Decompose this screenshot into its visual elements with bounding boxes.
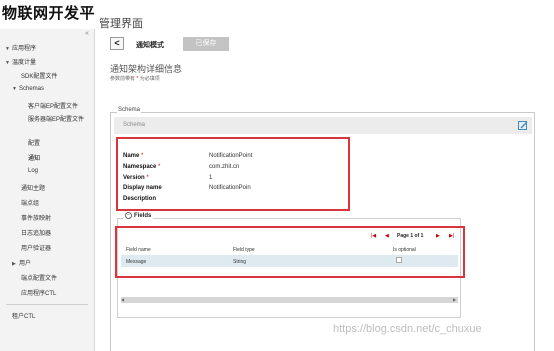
first-page-icon[interactable]: |◀ bbox=[371, 233, 376, 239]
schema-header-bar bbox=[114, 117, 532, 134]
sidebar-item-server-ep-profile[interactable]: 服务器端EP配置文件 bbox=[28, 114, 84, 123]
next-page-icon[interactable]: ▶ bbox=[436, 233, 440, 239]
required-note: 参数前带有 * 为必填项 bbox=[110, 76, 160, 82]
chevron-down-icon: ▼ bbox=[12, 86, 17, 92]
last-page-icon[interactable]: ▶| bbox=[449, 233, 454, 239]
sidebar-item-notification[interactable]: 通知 bbox=[28, 153, 40, 162]
scroll-left-icon[interactable]: ◀ bbox=[121, 297, 124, 302]
name-value: NotificationPoint bbox=[209, 153, 253, 159]
table-row[interactable] bbox=[121, 255, 458, 267]
namespace-label: Namespace * bbox=[123, 164, 161, 170]
back-button[interactable]: < bbox=[110, 37, 124, 50]
save-button[interactable]: 已保存 bbox=[183, 37, 229, 51]
required-mark: * bbox=[136, 76, 139, 82]
section-title: 通知架构详细信息 bbox=[110, 64, 183, 74]
version-label: Version * bbox=[123, 175, 149, 181]
is-optional-checkbox[interactable] bbox=[396, 257, 402, 263]
column-header-field-name[interactable]: Field name bbox=[126, 247, 151, 253]
chevron-down-icon: ▼ bbox=[5, 46, 10, 52]
sidebar-divider bbox=[6, 304, 88, 305]
sidebar-item-client-ep-profile[interactable]: 客户端EP配置文件 bbox=[28, 101, 78, 110]
column-header-is-optional[interactable]: Is optional bbox=[393, 247, 416, 253]
sidebar-item-configuration[interactable]: 配置 bbox=[28, 138, 40, 147]
schema-bar-label: Schema bbox=[123, 122, 146, 128]
sidebar-item-log[interactable]: Log bbox=[28, 168, 38, 174]
sidebar-item-schemas[interactable]: ▼ Schemas bbox=[12, 86, 44, 92]
sidebar-item-endpoint-groups[interactable]: 端点组 bbox=[21, 198, 39, 207]
sidebar-item-log-appenders[interactable]: 日志追加器 bbox=[21, 228, 51, 237]
namespace-value: com.zhit.cn bbox=[209, 164, 240, 170]
brand-title: 物联网开发平 bbox=[2, 5, 96, 22]
column-header-field-type[interactable]: Field type bbox=[233, 247, 255, 253]
chevron-down-icon: ▼ bbox=[5, 60, 10, 66]
display-name-value: NotificationPoin bbox=[209, 185, 251, 191]
page-title: 管理界面 bbox=[99, 18, 143, 30]
schema-legend: Schema bbox=[117, 107, 142, 113]
sidebar-item-applications[interactable]: ▼ 应用程序 bbox=[5, 43, 36, 52]
sidebar-item-notification-topics[interactable]: 通知主题 bbox=[21, 183, 45, 192]
watermark: https://blog.csdn.net/c_chuxue bbox=[333, 323, 482, 335]
collapse-icon: − bbox=[125, 212, 132, 219]
page-indicator: Page 1 of 1 bbox=[397, 233, 424, 239]
sidebar-item-application-ctl[interactable]: 应用程序CTL bbox=[21, 288, 56, 297]
edit-icon[interactable] bbox=[518, 120, 528, 130]
fields-toggle[interactable]: − Fields bbox=[123, 212, 154, 220]
field-type-cell: String bbox=[233, 259, 247, 265]
sidebar-item-tenant-ctl[interactable]: 租户CTL bbox=[12, 311, 35, 320]
field-name-cell: Message bbox=[126, 259, 147, 265]
collapse-sidebar-icon[interactable]: « bbox=[85, 30, 89, 37]
sidebar-item-sdk-profiles[interactable]: SDK配置文件 bbox=[21, 71, 57, 80]
scroll-right-icon[interactable]: ▶ bbox=[453, 297, 456, 302]
sidebar-item-users[interactable]: ▶ 用户 bbox=[12, 258, 31, 267]
notification-schema-title: 通知模式 bbox=[136, 42, 164, 49]
sidebar-item-endpoint-profiles[interactable]: 端点配置文件 bbox=[21, 273, 57, 282]
description-label: Description bbox=[123, 196, 157, 202]
chevron-right-icon: ▶ bbox=[12, 261, 16, 267]
sidebar-item-user-verifiers[interactable]: 用户验证器 bbox=[21, 243, 51, 252]
sidebar-item-event-family-mapping[interactable]: 事件族映射 bbox=[21, 213, 51, 222]
sidebar-item-thermometer[interactable]: ▼ 温度计量 bbox=[5, 57, 36, 66]
version-value: 1 bbox=[209, 175, 213, 181]
horizontal-scrollbar[interactable] bbox=[121, 297, 458, 303]
display-name-label: Display name bbox=[123, 185, 162, 191]
prev-page-icon[interactable]: ◀ bbox=[385, 233, 389, 239]
name-label: Name * bbox=[123, 153, 144, 159]
